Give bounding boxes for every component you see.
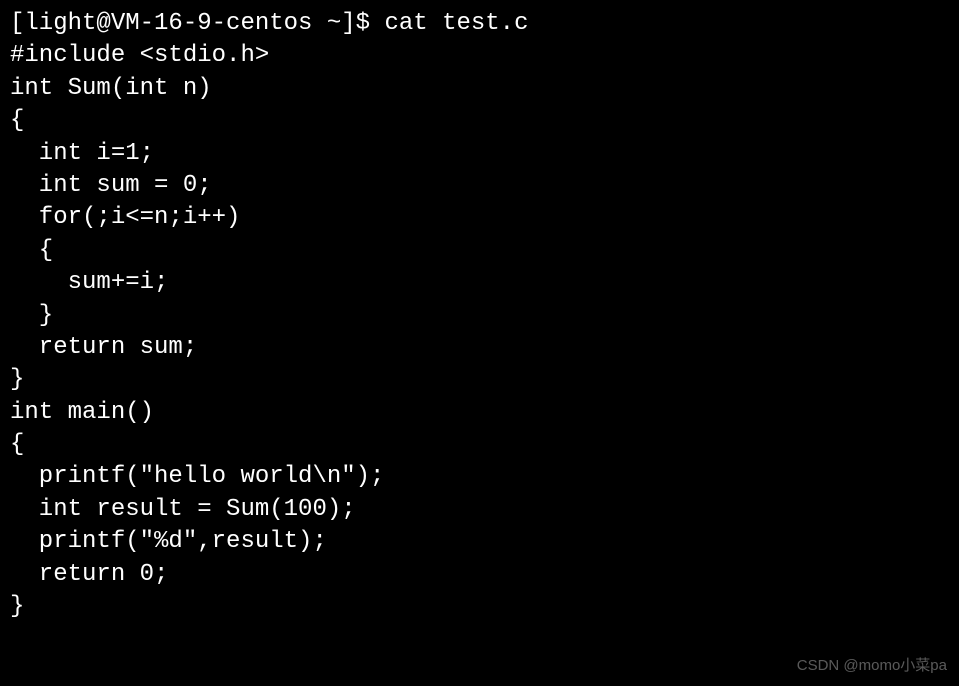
code-line: return 0; (10, 559, 949, 591)
code-line: return sum; (10, 332, 949, 364)
code-line: int main() (10, 397, 949, 429)
code-line: } (10, 364, 949, 396)
code-line: int Sum(int n) (10, 73, 949, 105)
prompt-line: [light@VM-16-9-centos ~]$ cat test.c (10, 8, 949, 40)
code-line: { (10, 429, 949, 461)
code-line: int i=1; (10, 138, 949, 170)
code-line: printf("%d",result); (10, 526, 949, 558)
code-line: sum+=i; (10, 267, 949, 299)
code-line: } (10, 591, 949, 623)
terminal-output[interactable]: [light@VM-16-9-centos ~]$ cat test.c #in… (10, 8, 949, 623)
code-line: int result = Sum(100); (10, 494, 949, 526)
watermark-text: CSDN @momo小菜pa (797, 656, 947, 676)
code-line: for(;i<=n;i++) (10, 202, 949, 234)
code-line: printf("hello world\n"); (10, 461, 949, 493)
code-line: #include <stdio.h> (10, 40, 949, 72)
code-line: } (10, 300, 949, 332)
code-line: int sum = 0; (10, 170, 949, 202)
code-line: { (10, 105, 949, 137)
code-line: { (10, 235, 949, 267)
